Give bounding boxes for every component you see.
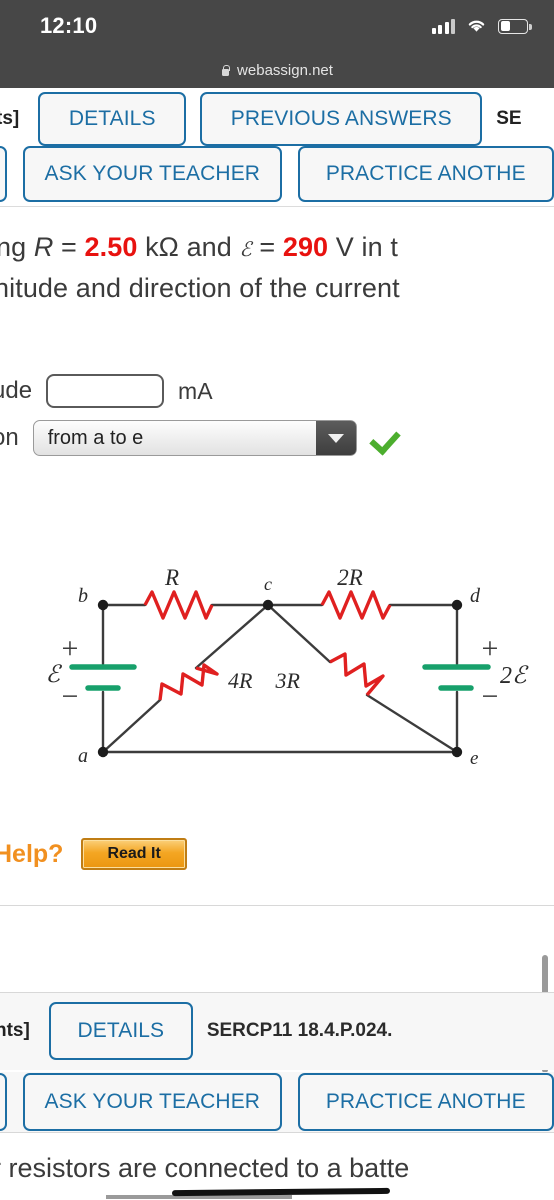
- label-emf: ℰ: [45, 662, 62, 688]
- node-d-dot: [451, 599, 463, 611]
- send-label: SE: [496, 108, 522, 129]
- q1-eq2: =: [251, 232, 283, 262]
- ask-your-teacher-button[interactable]: ASK YOUR TEACHER: [23, 146, 282, 202]
- lock-icon: [221, 64, 230, 76]
- label-R: R: [164, 565, 179, 590]
- direction-select-value: from a to e: [47, 426, 144, 449]
- q1-value-R: 2.50: [84, 232, 138, 262]
- direction-answer-row: on from a to e: [0, 420, 401, 456]
- resistor-R: [143, 590, 214, 620]
- label-node-d: d: [470, 585, 481, 607]
- status-bar-icons: [431, 18, 532, 34]
- question-line-2: nitude and direction of the current: [0, 273, 400, 303]
- circuit-diagram: R 2R 4R 3R b c d a e ℰ 2ℰ + − + −: [45, 565, 529, 769]
- resistor-3R: [329, 652, 385, 697]
- battery-emf: [69, 664, 137, 691]
- partial-button-left[interactable]: [0, 146, 8, 202]
- battery-icon: [498, 18, 532, 34]
- magnitude-label: ude: [0, 377, 33, 404]
- url-host: webassign.net: [237, 61, 333, 79]
- node-c-dot: [262, 599, 274, 611]
- details-button-bottom[interactable]: DETAILS: [48, 1002, 193, 1060]
- q1-pre: ng: [0, 232, 27, 262]
- details-button[interactable]: DETAILS: [38, 92, 187, 146]
- practice-another-button[interactable]: PRACTICE ANOTHE: [297, 146, 554, 202]
- battery-left-minus: −: [62, 680, 79, 713]
- node-e-dot: [451, 746, 463, 758]
- annotation-strikethrough: [171, 1187, 391, 1197]
- divider-2: [0, 905, 554, 906]
- label-2emf: 2ℰ: [500, 663, 529, 689]
- q1-post: V in t: [328, 232, 398, 262]
- question-bottom-toolbar-row2: ASK YOUR TEACHER PRACTICE ANOTHE: [0, 1072, 554, 1132]
- read-it-button[interactable]: Read It: [81, 838, 187, 870]
- question-statement: ng R = 2.50 kΩ and ℰ = 290 V in t nitude…: [0, 228, 554, 307]
- direction-label: on: [0, 424, 19, 451]
- practice-another-button-bottom[interactable]: PRACTICE ANOTHE: [297, 1073, 554, 1131]
- resistor-4R: [158, 663, 219, 701]
- label-3R: 3R: [275, 668, 301, 693]
- q1-eq1: =: [53, 232, 85, 262]
- points-label-bottom: nts]: [0, 1020, 30, 1041]
- wifi-icon: [468, 20, 485, 32]
- ask-your-teacher-button-bottom[interactable]: ASK YOUR TEACHER: [23, 1073, 282, 1131]
- label-node-e: e: [470, 748, 478, 769]
- magnitude-unit: mA: [178, 377, 213, 404]
- battery-right-plus: +: [482, 632, 499, 665]
- divider: [0, 206, 554, 207]
- q1-R: R: [33, 232, 54, 262]
- label-2R: 2R: [337, 565, 363, 590]
- node-b-dot: [97, 599, 109, 611]
- node-a-dot: [97, 746, 109, 758]
- question-code: SERCP11 18.4.P.024.: [206, 1020, 393, 1041]
- screen: 12:10 webassign.net ts] DETAILS PREVIOUS…: [0, 0, 554, 1200]
- points-label: ts]: [0, 108, 20, 129]
- q1-unit1: kΩ and: [137, 232, 240, 262]
- previous-answers-button[interactable]: PREVIOUS ANSWERS: [200, 92, 483, 146]
- partial-button-left-bottom[interactable]: [0, 1073, 8, 1131]
- magnitude-input[interactable]: [46, 374, 165, 408]
- question-bottom-body: r resistors are connected to a batte: [0, 1132, 554, 1200]
- cellular-signal-icon: [431, 18, 455, 34]
- battery-left-plus: +: [62, 632, 79, 665]
- question-top-toolbar-row2: ASK YOUR TEACHER PRACTICE ANOTHE: [0, 144, 554, 204]
- status-bar: 12:10: [0, 0, 554, 52]
- q1-value-emf: 290: [282, 232, 329, 262]
- direction-select[interactable]: from a to e: [32, 420, 357, 456]
- label-node-a: a: [78, 745, 88, 767]
- battery-right-minus: −: [482, 680, 499, 713]
- question-bottom-toolbar-row1: nts] DETAILS SERCP11 18.4.P.024.: [0, 1000, 554, 1062]
- magnitude-answer-row: ude mA: [0, 374, 213, 408]
- q1-emf-symbol: ℰ: [239, 239, 252, 261]
- label-4R: 4R: [228, 668, 253, 693]
- browser-url-bar[interactable]: webassign.net: [0, 52, 554, 88]
- status-bar-clock: 12:10: [40, 13, 98, 38]
- question-bottom-text: r resistors are connected to a batte: [0, 1153, 410, 1183]
- green-checkmark-icon: [371, 423, 401, 453]
- need-help-label: Help?: [0, 839, 64, 868]
- label-node-b: b: [78, 585, 88, 607]
- label-node-c: c: [264, 574, 272, 594]
- chevron-down-icon[interactable]: [315, 421, 356, 455]
- question-line-1: ng R = 2.50 kΩ and ℰ = 290 V in t: [0, 228, 554, 269]
- resistor-2R: [320, 590, 392, 620]
- need-help-row: Help? Read It: [0, 838, 187, 870]
- battery-2emf: [422, 664, 491, 691]
- question-top-toolbar-row1: ts] DETAILS PREVIOUS ANSWERS SE: [0, 88, 554, 150]
